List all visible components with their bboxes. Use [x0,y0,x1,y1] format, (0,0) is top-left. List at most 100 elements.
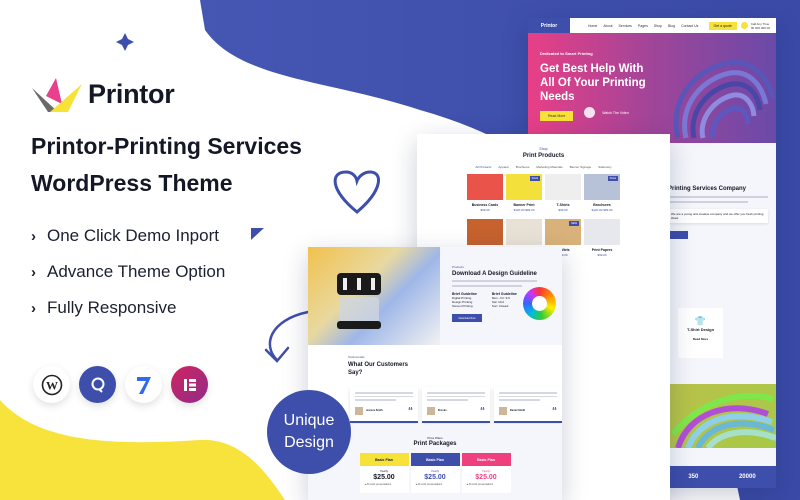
nav-brand-text: Printor [540,22,558,29]
feature-item: › Fully Responsive [31,290,225,326]
unique-design-badge: Unique Design [267,390,351,474]
product-badge: SALE [607,176,618,181]
plan-label: Yearly [481,469,491,473]
nav-link: Home [588,23,598,28]
quote-button: Get a quote [708,21,737,30]
price-plan-card: Basic Plan Yearly $25.00 ● All color pre… [410,453,460,493]
product-image [545,174,581,200]
stats-bar: 350 20000 [668,466,776,488]
hero-section: Dedicated to Smart Printing Get Best Hel… [528,33,776,143]
design-guideline-section: Products Download A Design Guideline Bri… [440,247,562,345]
plan-header: Basic Plan [461,453,511,466]
brand-logo: Printor [32,76,175,112]
product-image: NEW [545,219,581,245]
nav-brand: Printor [528,18,570,33]
product-image [506,219,542,245]
plan-header: Basic Plan [410,453,460,466]
product-name: T-Shirts [556,203,570,207]
avatar [427,407,435,415]
service-card: 👕 T-Shirt Design Read More [678,308,723,358]
product-price: $99.00 [558,208,568,212]
download-button: Download Now [452,314,482,322]
testimonial-name: Daniel Smith [510,409,526,412]
product-card: SALE Brochures $120.00 $99.00 [584,174,620,216]
curved-arrow-icon [264,310,310,363]
plan-feature: ● All color presentations [364,483,392,486]
products-title: Print Products [522,153,565,159]
plan-price: $25.00 [373,474,395,481]
filter-tab: All Products [475,165,492,169]
svg-text:W: W [46,378,58,392]
filter-tab: Apparel [498,165,509,169]
quote-icon: “ [552,406,557,417]
filter-tab: Banner Signage [569,165,592,169]
plugin-icons: W [33,366,208,403]
quote-icon: “ [408,406,413,417]
product-badge: NEW [569,221,579,226]
title-line-2: WordPress Theme [31,170,233,196]
plan-header: Basic Plan [359,453,409,466]
testimonial-card: Jessica Smith “ [350,387,418,423]
product-filters: All Products Apparel Brochures Marketing… [417,165,670,169]
product-image [467,174,503,200]
plan-feature: ● All color presentations [466,483,494,486]
nav-link: Shop [653,23,663,28]
filter-tab: Marketing Materials [536,165,563,169]
seven-icon [125,366,162,403]
product-card: Print Papers $99.00 [584,219,620,261]
play-icon [583,107,595,119]
testimonial-cards: Jessica Smith “ Brooks “ Daniel Smith “ [350,387,562,423]
service-link: Read More [692,337,709,341]
guideline-title: Download A Design Guideline [452,271,537,277]
feature-item: › Advance Theme Option [31,254,225,290]
product-price: $99.00 [480,208,490,212]
phone-icon [740,22,748,29]
colorful-paper-art [668,384,776,450]
product-image [584,219,620,245]
about-section: Printing Services Company We are a young… [668,185,768,239]
product-card: SALE Banner Print $120.00 $99.00 [506,174,542,216]
loupe-image [337,273,381,329]
feature-label: Advance Theme Option [47,262,226,281]
product-price: $120.00 $99.00 [591,208,613,212]
product-price: $99.00 [597,253,607,257]
stat-value: 350 [688,474,699,480]
guideline-screenshot: Products Download A Design Guideline Bri… [308,247,562,500]
plan-price: $25.00 [475,474,497,481]
product-image [467,219,503,245]
feature-item: › One Click Demo Inport [31,218,225,254]
product-name: Business Cards [471,203,499,207]
wordpress-icon: W [33,366,70,403]
about-quote: We are a young and creative company and … [668,209,768,223]
badge-line-2: Design [284,434,334,451]
chevron-right-icon: › [31,263,36,281]
loupe-photo [308,247,440,345]
product-name: Banner Print [513,203,535,207]
quote-icon: “ [480,406,485,417]
nav-link: Contact Us [681,23,699,28]
about-button [668,231,688,239]
guideline-col-1: Brief Guideline Digital Printing Design Pr… [452,292,477,308]
nav-links: Home About Services Pages Shop Blog Cont… [588,24,698,28]
filter-tab: Stationery [598,165,612,169]
yellow-wave-shape [0,400,285,500]
filter-tab: Brochures [515,165,530,169]
products-kicker: Shop [539,147,548,151]
plan-label: Yearly [379,469,389,473]
product-card: Business Cards $99.00 [467,174,503,216]
guideline-kicker: Products [452,265,464,269]
testimonial-card: Daniel Smith “ [494,387,562,423]
testimonial-name: Jessica Smith [366,409,383,412]
avatar [499,407,507,415]
hero-title: Get Best Help With All Of Your Printing … [540,63,646,103]
chevron-right-icon: › [31,299,36,317]
service-title: T-Shirt Design [686,327,715,332]
badge-line-1: Unique [283,412,335,429]
plan-label: Yearly [430,469,440,473]
testimonials-kicker: Testimonials [348,355,365,359]
nav-link: Pages [637,23,648,28]
testimonials-section: Testimonials What Our Customers Say? [308,345,562,377]
plan-feature: ● All color presentations [415,483,443,486]
watch-video-link: Watch The Video [602,110,629,115]
tshirt-icon: 👕 [694,316,707,326]
